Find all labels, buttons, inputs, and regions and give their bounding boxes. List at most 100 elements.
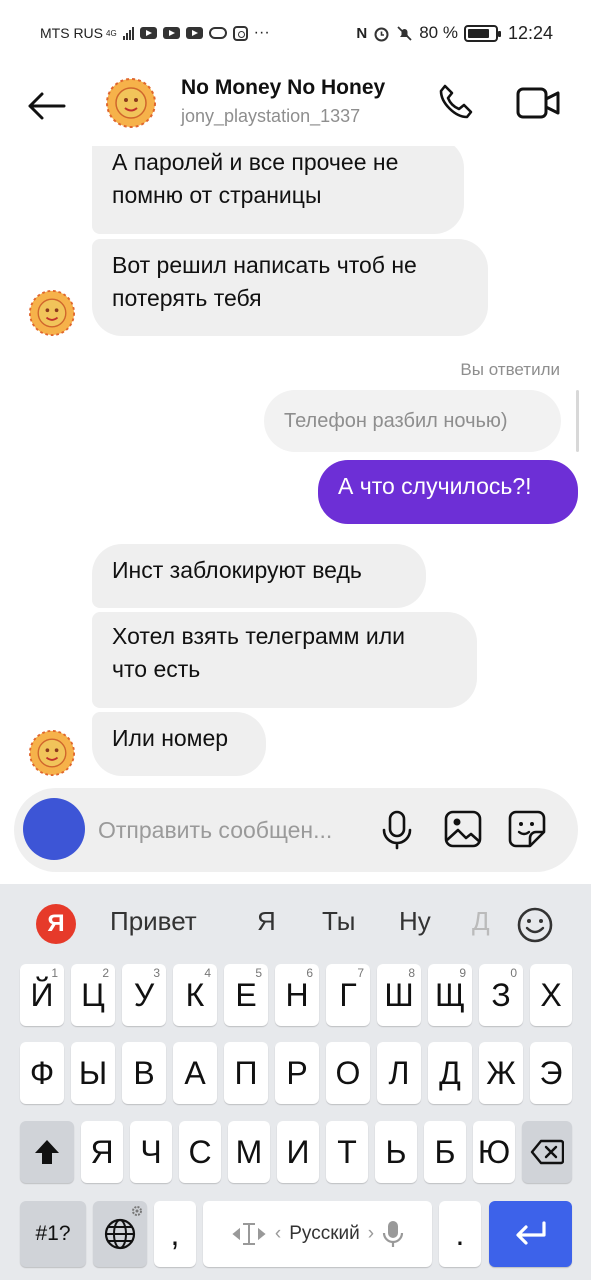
battery-percent: 80 % <box>419 23 458 42</box>
key-label: Д <box>439 1054 461 1091</box>
message-bubble[interactable]: Инст заблокируют ведь <box>92 544 426 608</box>
suggestion-item[interactable]: Я <box>257 906 276 937</box>
shift-arrow-icon <box>35 1140 59 1164</box>
microphone-icon[interactable] <box>380 810 414 850</box>
key[interactable]: Ю <box>473 1121 515 1183</box>
reply-label: Вы ответили <box>460 360 560 379</box>
period-key[interactable]: . <box>439 1201 481 1267</box>
key[interactable]: Ц2 <box>71 964 115 1026</box>
chat-title: No Money No Honey <box>181 76 386 99</box>
suggestion-item[interactable]: Ну <box>399 906 431 937</box>
gallery-icon[interactable] <box>444 810 482 848</box>
backspace-key[interactable] <box>522 1121 572 1183</box>
chat-title-block[interactable]: No Money No Honey jony_playstation_1337 <box>181 76 385 127</box>
phone-call-icon[interactable] <box>436 82 476 122</box>
key[interactable]: Р <box>275 1042 319 1104</box>
message-bubble[interactable]: Или номер <box>92 712 266 776</box>
key[interactable]: Ы <box>71 1042 115 1104</box>
key-label: Е <box>235 976 257 1013</box>
key[interactable]: У3 <box>122 964 166 1026</box>
network-type: 4G <box>106 28 117 38</box>
key[interactable]: Ч <box>130 1121 172 1183</box>
key[interactable]: Е5 <box>224 964 268 1026</box>
key-hint: 8 <box>408 966 415 980</box>
key[interactable]: Ф <box>20 1042 64 1104</box>
yandex-logo-button[interactable]: Я <box>36 904 76 944</box>
key[interactable]: И <box>277 1121 319 1183</box>
key[interactable]: Ь <box>375 1121 417 1183</box>
key[interactable]: С <box>179 1121 221 1183</box>
message-bubble-outgoing[interactable]: А что случилось?! <box>318 460 578 524</box>
suggestion-item[interactable]: Ты <box>322 906 355 937</box>
globe-icon <box>104 1218 136 1250</box>
key[interactable]: З0 <box>479 964 523 1026</box>
key-hint: 6 <box>306 966 313 980</box>
enter-arrow-icon <box>515 1221 546 1245</box>
suggestion-item[interactable]: Д <box>472 906 490 937</box>
key[interactable]: К4 <box>173 964 217 1026</box>
message-text-line: потерять тебя <box>112 285 262 311</box>
message-bubble[interactable]: Хотел взять телеграмм или что есть <box>92 612 477 708</box>
key[interactable]: Л <box>377 1042 421 1104</box>
message-text: Или номер <box>112 725 229 751</box>
key[interactable]: В <box>122 1042 166 1104</box>
key-label: Ы <box>78 1054 108 1091</box>
key[interactable]: Н6 <box>275 964 319 1026</box>
emoji-icon[interactable] <box>516 906 554 944</box>
key[interactable]: Ж <box>479 1042 523 1104</box>
message-composer: Отправить сообщен... <box>14 788 578 872</box>
instagram-notification-icon <box>232 25 248 41</box>
message-bubble[interactable]: Вот решил написать чтоб не потерять тебя <box>92 239 488 336</box>
nfc-icon: N <box>356 24 368 42</box>
comma-key[interactable]: , <box>154 1201 196 1267</box>
key[interactable]: Х <box>530 964 572 1026</box>
message-bubble[interactable]: А паролей и все прочее не помню от стран… <box>92 146 464 234</box>
key[interactable]: Э <box>530 1042 572 1104</box>
app-notification-icon <box>208 27 227 39</box>
key-label: Щ <box>435 976 465 1013</box>
shift-key[interactable] <box>20 1121 74 1183</box>
key-label: Х <box>540 976 562 1013</box>
suggestion-item[interactable]: Привет <box>110 906 197 937</box>
key-label: Ц <box>81 976 105 1013</box>
key[interactable]: М <box>228 1121 270 1183</box>
globe-key[interactable] <box>93 1201 147 1267</box>
avatar[interactable] <box>29 730 75 776</box>
key-hint: 1 <box>51 966 58 980</box>
language-label: Русский <box>289 1223 360 1244</box>
avatar[interactable] <box>106 78 156 128</box>
key[interactable]: Т <box>326 1121 368 1183</box>
key-label: Г <box>339 976 357 1013</box>
key[interactable]: П <box>224 1042 268 1104</box>
key[interactable]: Б <box>424 1121 466 1183</box>
key[interactable]: О <box>326 1042 370 1104</box>
cursor-move-icon <box>232 1223 266 1245</box>
key[interactable]: Я <box>81 1121 123 1183</box>
symbols-key[interactable]: #1? <box>20 1201 86 1267</box>
key[interactable]: Щ9 <box>428 964 472 1026</box>
key[interactable]: Ш8 <box>377 964 421 1026</box>
enter-key[interactable] <box>489 1201 572 1267</box>
video-call-icon[interactable] <box>515 84 561 122</box>
quoted-message[interactable]: Телефон разбил ночью) <box>264 390 561 452</box>
message-input[interactable]: Отправить сообщен... <box>98 810 370 850</box>
suggestion-bar: Я Привет Я Ты Ну Д <box>0 884 591 964</box>
key[interactable]: Й1 <box>20 964 64 1026</box>
back-button[interactable] <box>22 82 70 130</box>
key[interactable]: А <box>173 1042 217 1104</box>
message-list[interactable]: А паролей и все прочее не помню от стран… <box>0 146 591 786</box>
sticker-icon[interactable] <box>508 810 546 848</box>
clock: 12:24 <box>507 22 553 43</box>
key[interactable]: Г7 <box>326 964 370 1026</box>
key-label: Й <box>30 976 54 1013</box>
key[interactable]: Д <box>428 1042 472 1104</box>
key-label: Н <box>285 976 309 1013</box>
avatar[interactable] <box>29 290 75 336</box>
youtube-notification-icon <box>162 27 180 39</box>
key-label: Я <box>90 1133 114 1170</box>
gear-icon <box>132 1206 142 1216</box>
message-text: А что случилось?! <box>338 473 532 499</box>
key-label: В <box>133 1054 155 1091</box>
camera-button[interactable] <box>23 798 85 860</box>
space-key[interactable]: ‹ Русский › <box>203 1201 432 1267</box>
